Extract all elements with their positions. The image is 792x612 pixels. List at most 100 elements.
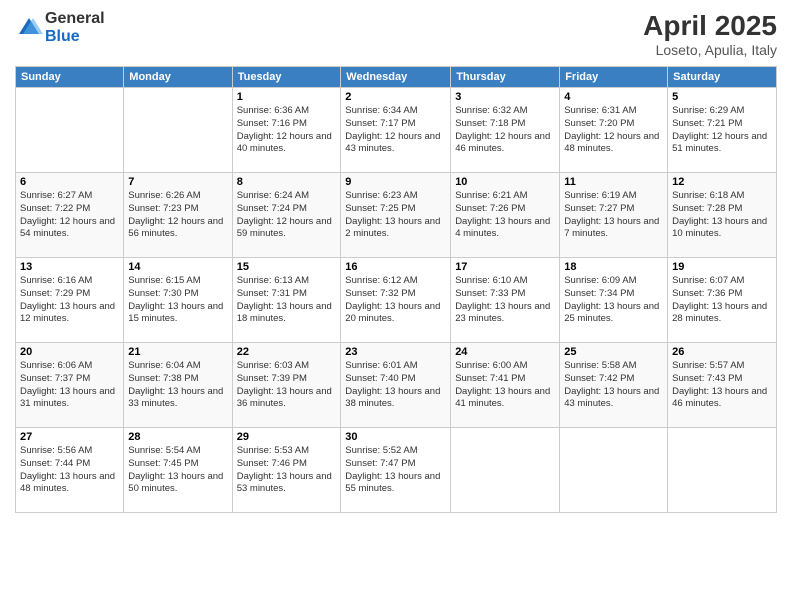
page: General Blue April 2025 Loseto, Apulia, … bbox=[0, 0, 792, 612]
table-row: 26Sunrise: 5:57 AMSunset: 7:43 PMDayligh… bbox=[668, 343, 777, 428]
day-number: 2 bbox=[345, 91, 446, 103]
day-number: 20 bbox=[20, 346, 119, 358]
table-row: 12 Sunrise: 6:18 AMSunset: 7:28 PMDayligh… bbox=[668, 173, 777, 258]
table-row: 6Sunrise: 6:27 AMSunset: 7:22 PMDaylight… bbox=[16, 173, 124, 258]
day-number: 24 bbox=[455, 346, 555, 358]
day-number: 18 bbox=[564, 261, 663, 273]
day-number: 25 bbox=[564, 346, 663, 358]
day-info: Sunrise: 6:12 AMSunset: 7:32 PMDaylight:… bbox=[345, 275, 446, 326]
day-number: 26 bbox=[672, 346, 772, 358]
title-block: April 2025 Loseto, Apulia, Italy bbox=[643, 10, 777, 58]
day-info: Sunrise: 6:29 AMSunset: 7:21 PMDaylight:… bbox=[672, 105, 772, 156]
logo: General Blue bbox=[15, 10, 105, 45]
day-number: 1 bbox=[237, 91, 337, 103]
day-info: Sunrise: 6:01 AMSunset: 7:40 PMDaylight:… bbox=[345, 360, 446, 411]
col-friday: Friday bbox=[560, 67, 668, 88]
table-row: 7Sunrise: 6:26 AMSunset: 7:23 PMDaylight… bbox=[124, 173, 232, 258]
col-sunday: Sunday bbox=[16, 67, 124, 88]
day-number: 28 bbox=[128, 431, 227, 443]
day-info: Sunrise: 6:03 AMSunset: 7:39 PMDaylight:… bbox=[237, 360, 337, 411]
col-tuesday: Tuesday bbox=[232, 67, 341, 88]
day-number: 14 bbox=[128, 261, 227, 273]
table-row: 4 Sunrise: 6:31 AMSunset: 7:20 PMDaylight… bbox=[560, 88, 668, 173]
day-info: Sunrise: 6:32 AMSunset: 7:18 PMDaylight:… bbox=[455, 105, 555, 156]
day-info: Sunrise: 5:54 AMSunset: 7:45 PMDaylight:… bbox=[128, 445, 227, 496]
day-info: Sunrise: 6:13 AMSunset: 7:31 PMDaylight:… bbox=[237, 275, 337, 326]
day-info: Sunrise: 6:06 AMSunset: 7:37 PMDaylight:… bbox=[20, 360, 119, 411]
calendar-week-row: 20 Sunrise: 6:06 AMSunset: 7:37 PMDayligh… bbox=[16, 343, 777, 428]
day-number: 13 bbox=[20, 261, 119, 273]
logo-general-text: General bbox=[45, 10, 105, 28]
table-row: 23 Sunrise: 6:01 AMSunset: 7:40 PMDayligh… bbox=[341, 343, 451, 428]
table-row bbox=[124, 88, 232, 173]
location: Loseto, Apulia, Italy bbox=[643, 42, 777, 58]
day-number: 23 bbox=[345, 346, 446, 358]
day-number: 22 bbox=[237, 346, 337, 358]
table-row: 27Sunrise: 5:56 AMSunset: 7:44 PMDayligh… bbox=[16, 428, 124, 513]
calendar-week-row: 6Sunrise: 6:27 AMSunset: 7:22 PMDaylight… bbox=[16, 173, 777, 258]
day-info: Sunrise: 6:24 AMSunset: 7:24 PMDaylight:… bbox=[237, 190, 337, 241]
day-info: Sunrise: 6:07 AMSunset: 7:36 PMDaylight:… bbox=[672, 275, 772, 326]
table-row bbox=[16, 88, 124, 173]
day-info: Sunrise: 6:09 AMSunset: 7:34 PMDaylight:… bbox=[564, 275, 663, 326]
table-row: 17 Sunrise: 6:10 AMSunset: 7:33 PMDayligh… bbox=[451, 258, 560, 343]
day-number: 11 bbox=[564, 176, 663, 188]
day-info: Sunrise: 6:15 AMSunset: 7:30 PMDaylight:… bbox=[128, 275, 227, 326]
table-row: 10 Sunrise: 6:21 AMSunset: 7:26 PMDayligh… bbox=[451, 173, 560, 258]
month-title: April 2025 bbox=[643, 10, 777, 42]
table-row: 8 Sunrise: 6:24 AMSunset: 7:24 PMDaylight… bbox=[232, 173, 341, 258]
day-number: 17 bbox=[455, 261, 555, 273]
table-row: 24 Sunrise: 6:00 AMSunset: 7:41 PMDayligh… bbox=[451, 343, 560, 428]
day-info: Sunrise: 6:26 AMSunset: 7:23 PMDaylight:… bbox=[128, 190, 227, 241]
col-thursday: Thursday bbox=[451, 67, 560, 88]
logo-text: General Blue bbox=[45, 10, 105, 45]
calendar-table: Sunday Monday Tuesday Wednesday Thursday… bbox=[15, 66, 777, 513]
table-row: 21 Sunrise: 6:04 AMSunset: 7:38 PMDayligh… bbox=[124, 343, 232, 428]
day-number: 9 bbox=[345, 176, 446, 188]
day-info: Sunrise: 6:00 AMSunset: 7:41 PMDaylight:… bbox=[455, 360, 555, 411]
header: General Blue April 2025 Loseto, Apulia, … bbox=[15, 10, 777, 58]
calendar-header-row: Sunday Monday Tuesday Wednesday Thursday… bbox=[16, 67, 777, 88]
day-info: Sunrise: 6:10 AMSunset: 7:33 PMDaylight:… bbox=[455, 275, 555, 326]
day-info: Sunrise: 6:21 AMSunset: 7:26 PMDaylight:… bbox=[455, 190, 555, 241]
table-row: 2 Sunrise: 6:34 AMSunset: 7:17 PMDaylight… bbox=[341, 88, 451, 173]
day-number: 29 bbox=[237, 431, 337, 443]
day-info: Sunrise: 6:04 AMSunset: 7:38 PMDaylight:… bbox=[128, 360, 227, 411]
day-info: Sunrise: 5:53 AMSunset: 7:46 PMDaylight:… bbox=[237, 445, 337, 496]
day-info: Sunrise: 6:19 AMSunset: 7:27 PMDaylight:… bbox=[564, 190, 663, 241]
calendar-week-row: 1 Sunrise: 6:36 AMSunset: 7:16 PMDaylight… bbox=[16, 88, 777, 173]
day-info: Sunrise: 5:58 AMSunset: 7:42 PMDaylight:… bbox=[564, 360, 663, 411]
table-row: 22 Sunrise: 6:03 AMSunset: 7:39 PMDayligh… bbox=[232, 343, 341, 428]
table-row: 20 Sunrise: 6:06 AMSunset: 7:37 PMDayligh… bbox=[16, 343, 124, 428]
table-row bbox=[560, 428, 668, 513]
table-row: 25 Sunrise: 5:58 AMSunset: 7:42 PMDayligh… bbox=[560, 343, 668, 428]
day-number: 12 bbox=[672, 176, 772, 188]
day-info: Sunrise: 6:18 AMSunset: 7:28 PMDaylight:… bbox=[672, 190, 772, 241]
table-row: 14 Sunrise: 6:15 AMSunset: 7:30 PMDayligh… bbox=[124, 258, 232, 343]
day-info: Sunrise: 6:16 AMSunset: 7:29 PMDaylight:… bbox=[20, 275, 119, 326]
logo-icon bbox=[15, 14, 43, 42]
table-row: 15Sunrise: 6:13 AMSunset: 7:31 PMDayligh… bbox=[232, 258, 341, 343]
calendar-week-row: 13 Sunrise: 6:16 AMSunset: 7:29 PMDayligh… bbox=[16, 258, 777, 343]
day-number: 8 bbox=[237, 176, 337, 188]
day-info: Sunrise: 6:36 AMSunset: 7:16 PMDaylight:… bbox=[237, 105, 337, 156]
table-row: 19 Sunrise: 6:07 AMSunset: 7:36 PMDayligh… bbox=[668, 258, 777, 343]
table-row: 13 Sunrise: 6:16 AMSunset: 7:29 PMDayligh… bbox=[16, 258, 124, 343]
day-number: 19 bbox=[672, 261, 772, 273]
col-monday: Monday bbox=[124, 67, 232, 88]
day-info: Sunrise: 6:31 AMSunset: 7:20 PMDaylight:… bbox=[564, 105, 663, 156]
day-number: 6 bbox=[20, 176, 119, 188]
table-row: 29 Sunrise: 5:53 AMSunset: 7:46 PMDayligh… bbox=[232, 428, 341, 513]
day-info: Sunrise: 5:56 AMSunset: 7:44 PMDaylight:… bbox=[20, 445, 119, 496]
table-row: 9Sunrise: 6:23 AMSunset: 7:25 PMDaylight… bbox=[341, 173, 451, 258]
table-row: 5 Sunrise: 6:29 AMSunset: 7:21 PMDaylight… bbox=[668, 88, 777, 173]
table-row: 11 Sunrise: 6:19 AMSunset: 7:27 PMDayligh… bbox=[560, 173, 668, 258]
day-number: 21 bbox=[128, 346, 227, 358]
table-row: 30Sunrise: 5:52 AMSunset: 7:47 PMDayligh… bbox=[341, 428, 451, 513]
day-number: 5 bbox=[672, 91, 772, 103]
day-info: Sunrise: 5:52 AMSunset: 7:47 PMDaylight:… bbox=[345, 445, 446, 496]
day-number: 10 bbox=[455, 176, 555, 188]
day-info: Sunrise: 6:34 AMSunset: 7:17 PMDaylight:… bbox=[345, 105, 446, 156]
table-row bbox=[451, 428, 560, 513]
day-number: 4 bbox=[564, 91, 663, 103]
